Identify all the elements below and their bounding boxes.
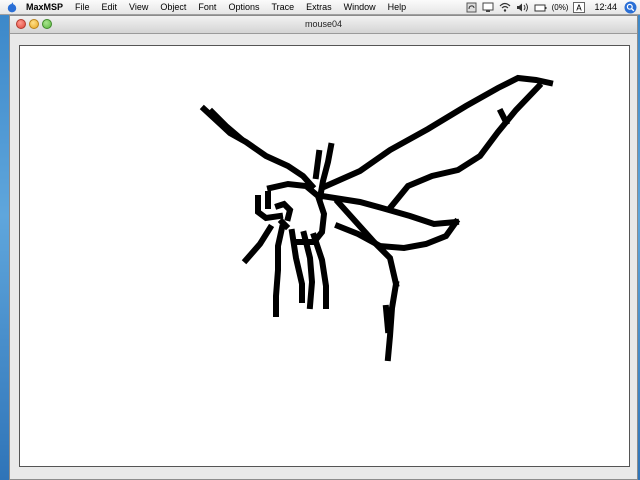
drawing-stroke (333, 197, 400, 288)
wifi-icon[interactable] (499, 2, 511, 13)
menu-trace[interactable]: Trace (265, 0, 300, 14)
display-icon[interactable] (482, 2, 494, 13)
window-title: mouse04 (304, 19, 343, 29)
drawing-stroke (496, 107, 511, 127)
menu-extras[interactable]: Extras (300, 0, 338, 14)
drawing-stroke (382, 304, 392, 334)
status-menus: (0%) A 12:44 (466, 0, 640, 14)
battery-icon[interactable] (534, 2, 547, 13)
drawing-stroke (310, 232, 329, 309)
menu-object[interactable]: Object (154, 0, 192, 14)
battery-percent: (0%) (551, 2, 569, 12)
apple-menu-icon[interactable] (4, 2, 20, 13)
drawing-stroke (322, 74, 554, 190)
menu-font[interactable]: Font (192, 0, 222, 14)
menu-options[interactable]: Options (222, 0, 265, 14)
drawing-canvas[interactable] (19, 45, 630, 467)
clock[interactable]: 12:44 (594, 2, 617, 12)
menu-window[interactable]: Window (338, 0, 382, 14)
volume-icon[interactable] (516, 2, 529, 13)
input-menu-icon[interactable]: A (573, 1, 586, 13)
freehand-drawing (199, 74, 554, 362)
menu-help[interactable]: Help (382, 0, 413, 14)
drawing-stroke (312, 149, 323, 180)
patcher-window: mouse04 (9, 15, 638, 480)
drawing-stroke (207, 107, 245, 143)
menu-view[interactable]: View (123, 0, 154, 14)
spotlight-icon[interactable] (624, 1, 637, 14)
window-titlebar[interactable]: mouse04 (10, 16, 637, 34)
menu-bar: MaxMSP File Edit View Object Font Option… (0, 0, 640, 15)
menu-edit[interactable]: Edit (96, 0, 124, 14)
menu-file[interactable]: File (69, 0, 96, 14)
script-menu-icon[interactable] (466, 2, 477, 13)
app-menu-maxmsp[interactable]: MaxMSP (20, 0, 69, 14)
drawing-stroke (273, 224, 286, 317)
drawing-stroke (241, 223, 275, 265)
svg-text:A: A (577, 3, 583, 12)
